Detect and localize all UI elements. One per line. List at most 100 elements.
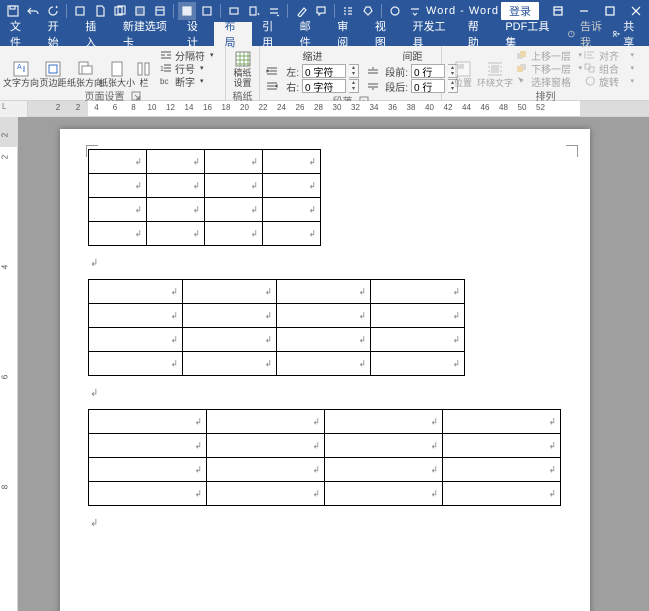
tab-review[interactable]: 审阅 <box>327 22 365 46</box>
ruler-h-track[interactable]: 2246810121416182022242628303234363840424… <box>28 101 649 116</box>
table-cell[interactable] <box>371 280 465 304</box>
table-cell[interactable] <box>89 458 207 482</box>
qa-icon[interactable] <box>312 2 330 20</box>
table-cell[interactable] <box>263 198 321 222</box>
table-3[interactable] <box>88 409 561 506</box>
document-canvas[interactable]: ↲ ↲ ↲ <box>18 117 649 611</box>
table-cell[interactable] <box>89 150 147 174</box>
qa-dropdown-icon[interactable] <box>265 2 283 20</box>
table-cell[interactable] <box>325 482 443 506</box>
table-cell[interactable] <box>89 174 147 198</box>
table-cell[interactable] <box>263 150 321 174</box>
table-cell[interactable] <box>443 482 561 506</box>
table-cell[interactable] <box>207 434 325 458</box>
table-cell[interactable] <box>147 198 205 222</box>
breaks-button[interactable]: 分隔符▾ <box>160 49 214 61</box>
table-cell[interactable] <box>325 410 443 434</box>
tab-file[interactable]: 文件 <box>0 22 38 46</box>
table-cell[interactable] <box>89 328 183 352</box>
table-cell[interactable] <box>183 352 277 376</box>
table-1[interactable] <box>88 149 321 246</box>
tab-help[interactable]: 帮助 <box>458 22 496 46</box>
table-cell[interactable] <box>205 222 263 246</box>
qa-icon[interactable] <box>71 2 89 20</box>
table-cell[interactable] <box>89 434 207 458</box>
table-cell[interactable] <box>325 434 443 458</box>
margins-button[interactable]: 页边距 <box>38 48 68 88</box>
table-cell[interactable] <box>89 222 147 246</box>
table-cell[interactable] <box>89 352 183 376</box>
table-cell[interactable] <box>443 410 561 434</box>
table-cell[interactable] <box>277 280 371 304</box>
qa-icon[interactable] <box>386 2 404 20</box>
tab-references[interactable]: 引用 <box>252 22 290 46</box>
table-cell[interactable] <box>443 458 561 482</box>
tab-pdf[interactable]: PDF工具集 <box>495 22 559 46</box>
qa-more-icon[interactable] <box>406 2 424 20</box>
line-numbers-button[interactable]: 1行号▾ <box>160 62 214 74</box>
save-icon[interactable] <box>4 2 22 20</box>
table-cell[interactable] <box>205 174 263 198</box>
table-cell[interactable] <box>183 304 277 328</box>
redo-icon[interactable] <box>44 2 62 20</box>
text-direction-button[interactable]: A文字方向 <box>6 48 36 88</box>
tab-layout[interactable]: 布局 <box>214 22 252 46</box>
hyphenation-button[interactable]: bc断字▾ <box>160 75 214 87</box>
table-cell[interactable] <box>89 304 183 328</box>
orientation-button[interactable]: 纸张方向 <box>70 48 100 88</box>
ruler-horizontal[interactable]: L 22468101214161820222426283032343638404… <box>0 101 649 117</box>
columns-button[interactable]: 栏 <box>134 48 154 88</box>
table-cell[interactable] <box>207 482 325 506</box>
qa-dropdown-icon[interactable] <box>339 2 357 20</box>
tab-mailings[interactable]: 邮件 <box>290 22 328 46</box>
table-cell[interactable] <box>371 352 465 376</box>
table-cell[interactable] <box>89 482 207 506</box>
space-after-input[interactable] <box>411 79 445 93</box>
tab-view[interactable]: 视图 <box>365 22 403 46</box>
table-cell[interactable] <box>207 458 325 482</box>
table-cell[interactable] <box>205 150 263 174</box>
indent-right-input[interactable] <box>302 79 346 93</box>
table-2[interactable] <box>88 279 465 376</box>
table-cell[interactable] <box>371 304 465 328</box>
qa-icon[interactable] <box>359 2 377 20</box>
qa-dropdown-icon[interactable] <box>245 2 263 20</box>
qa-icon[interactable] <box>111 2 129 20</box>
table-cell[interactable] <box>205 198 263 222</box>
table-cell[interactable] <box>263 174 321 198</box>
ruler-vertical[interactable]: 22468 <box>0 117 18 611</box>
tab-home[interactable]: 开始 <box>38 22 76 46</box>
table-cell[interactable] <box>371 328 465 352</box>
qa-icon[interactable] <box>225 2 243 20</box>
qa-icon[interactable] <box>131 2 149 20</box>
qa-icon[interactable] <box>151 2 169 20</box>
grid-settings-button[interactable]: 稿纸 设置 <box>232 48 253 88</box>
table-cell[interactable] <box>147 174 205 198</box>
table-cell[interactable] <box>443 434 561 458</box>
spinner-icon[interactable]: ▴▾ <box>349 79 359 93</box>
qa-icon[interactable] <box>292 2 310 20</box>
size-button[interactable]: 纸张大小 <box>102 48 132 88</box>
table-cell[interactable] <box>183 328 277 352</box>
space-before-input[interactable] <box>411 64 445 78</box>
tab-developer[interactable]: 开发工具 <box>403 22 458 46</box>
undo-icon[interactable] <box>24 2 42 20</box>
tab-design[interactable]: 设计 <box>177 22 215 46</box>
table-cell[interactable] <box>89 280 183 304</box>
page-content[interactable]: ↲ ↲ ↲ <box>88 149 574 539</box>
indent-left-input[interactable] <box>302 64 346 78</box>
selection-pane-button[interactable]: 选择窗格 <box>516 75 582 87</box>
table-cell[interactable] <box>89 198 147 222</box>
tab-insert[interactable]: 插入 <box>75 22 113 46</box>
tab-new-card[interactable]: 新建选项卡 <box>113 22 177 46</box>
table-cell[interactable] <box>183 280 277 304</box>
table-cell[interactable] <box>277 328 371 352</box>
qa-icon[interactable] <box>198 2 216 20</box>
table-cell[interactable] <box>277 352 371 376</box>
spinner-icon[interactable]: ▴▾ <box>349 64 359 78</box>
table-cell[interactable] <box>277 304 371 328</box>
table-cell[interactable] <box>207 410 325 434</box>
dialog-launcher-icon[interactable] <box>131 91 141 101</box>
table-cell[interactable] <box>147 150 205 174</box>
qa-icon[interactable] <box>91 2 109 20</box>
